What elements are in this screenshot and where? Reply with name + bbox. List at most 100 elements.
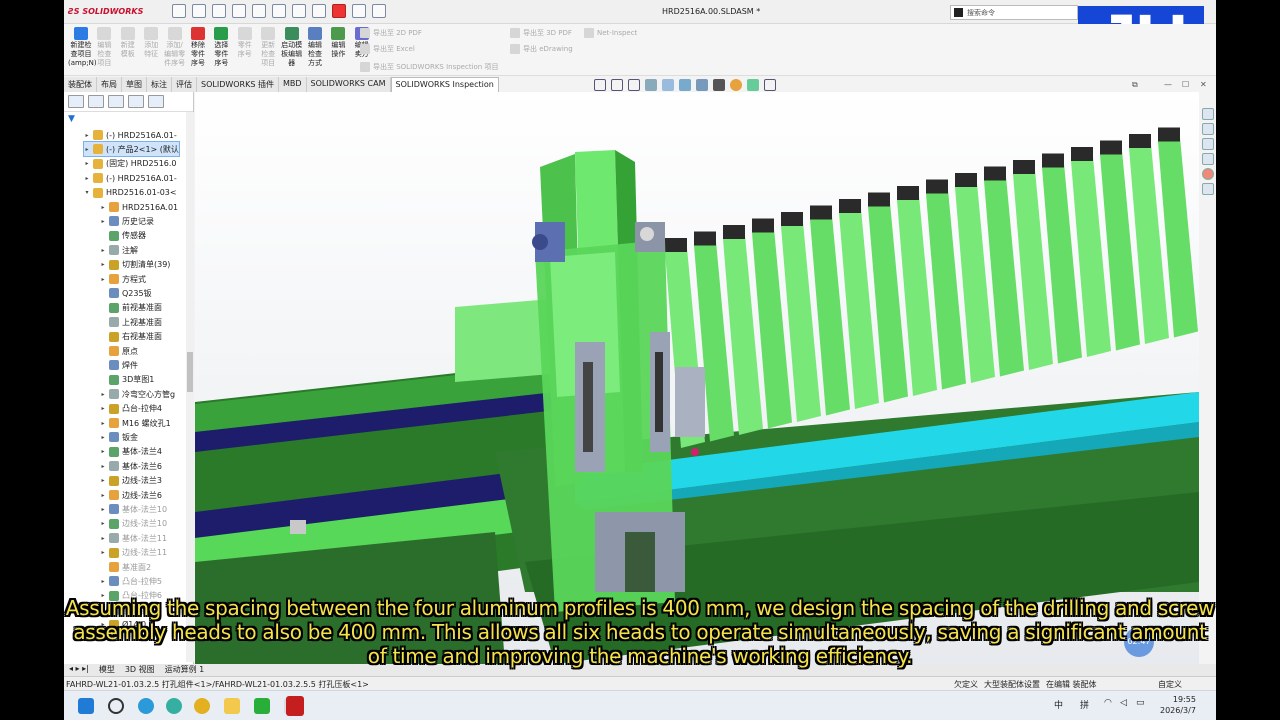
feature-tree-item[interactable]: 原点	[100, 344, 138, 358]
save-icon[interactable]	[232, 4, 246, 18]
cmd-button-3[interactable]: 添加 特征	[138, 27, 164, 59]
undo-icon[interactable]	[272, 4, 286, 18]
feature-tree-item[interactable]: ▸ (固定) HRD2516.0	[84, 157, 177, 171]
expand-arrow-icon[interactable]: ▸	[100, 520, 106, 527]
scene-icon[interactable]	[747, 79, 759, 91]
feature-tree-item[interactable]: ▸ 注解	[100, 243, 138, 257]
view-palette-icon[interactable]	[1201, 153, 1214, 165]
tab-5[interactable]: SOLIDWORKS 插件	[197, 77, 279, 92]
expand-arrow-icon[interactable]: ▸	[100, 276, 106, 283]
expand-arrow-icon[interactable]: ▸	[100, 405, 106, 412]
dynamic-annotation-icon[interactable]	[662, 79, 674, 91]
tab-1[interactable]: 布局	[97, 77, 122, 92]
tab-4[interactable]: 评估	[172, 77, 197, 92]
view-orientation-icon[interactable]	[679, 79, 691, 91]
feature-manager-tab-icon[interactable]	[68, 95, 84, 108]
cmd-button-6[interactable]: 选择 零件 序号	[208, 27, 234, 68]
feature-tree-item[interactable]: ▸ (-) HRD2516A.01-	[84, 171, 177, 185]
feature-tree-item[interactable]: ▸ 边线-法兰11	[100, 546, 167, 560]
tray-language-icon[interactable]: 中	[1054, 698, 1063, 711]
feature-tree-item[interactable]: ▸ 钣金	[100, 430, 138, 444]
tab-6[interactable]: MBD	[278, 77, 307, 92]
chrome-icon[interactable]	[194, 698, 210, 714]
expand-arrow-icon[interactable]: ▸	[100, 434, 106, 441]
feature-tree-item[interactable]: ▸ (-) HRD2516A.01-	[84, 128, 177, 142]
print-icon[interactable]	[252, 4, 266, 18]
graphics-viewport[interactable]	[195, 92, 1199, 664]
search-commands-input[interactable]: 搜索命令	[950, 5, 1078, 20]
design-library-icon[interactable]	[1201, 123, 1214, 135]
feature-tree-item[interactable]: 传感器	[100, 229, 146, 243]
previous-view-icon[interactable]	[628, 79, 640, 91]
window-close-icon[interactable]: ✕	[1200, 80, 1207, 89]
tray-ime-icon[interactable]: 拼	[1080, 698, 1089, 711]
edge-dev-icon[interactable]	[166, 698, 182, 714]
feature-tree-item[interactable]: 基准面2	[100, 560, 151, 574]
configuration-manager-tab-icon[interactable]	[108, 95, 124, 108]
edge-browser-icon[interactable]	[138, 698, 154, 714]
expand-arrow-icon[interactable]: ▸	[84, 132, 90, 139]
machine-3d-model[interactable]	[195, 92, 1199, 664]
open-file-icon[interactable]	[212, 4, 226, 18]
appearances-icon[interactable]	[1201, 168, 1214, 180]
export-item-0[interactable]: 导出至 2D PDF	[360, 28, 422, 38]
cmd-button-9[interactable]: 启动模 板编辑 器	[279, 27, 305, 68]
feature-tree-item[interactable]: 3D草图1	[100, 373, 154, 387]
property-manager-tab-icon[interactable]	[88, 95, 104, 108]
window-restore-icon[interactable]: ⧉	[1132, 80, 1138, 90]
feature-tree-item[interactable]: ▸ 方程式	[100, 272, 146, 286]
expand-arrow-icon[interactable]: ▸	[100, 535, 106, 542]
cmd-button-7[interactable]: 零件 序号	[232, 27, 258, 59]
options-gear-icon[interactable]	[372, 4, 386, 18]
volume-icon[interactable]: ◁	[1120, 698, 1127, 708]
zoom-to-fit-icon[interactable]	[594, 79, 606, 91]
expand-arrow-icon[interactable]: ▸	[100, 549, 106, 556]
feature-tree-item[interactable]: ▸ 切割清单(39)	[100, 258, 170, 272]
expand-arrow-icon[interactable]: ▸	[100, 578, 106, 585]
expand-arrow-icon[interactable]: ▸	[100, 448, 106, 455]
feature-tree-item[interactable]: ▸ 基体-法兰10	[100, 502, 167, 516]
filter-icon[interactable]: ▼	[64, 112, 193, 128]
feature-tree-item[interactable]: ▸ M16 螺纹孔1	[100, 416, 171, 430]
cmd-button-5[interactable]: 移除 零件 序号	[185, 27, 211, 68]
expand-arrow-icon[interactable]: ▸	[100, 506, 106, 513]
feature-tree-item[interactable]: ▸ 基体-法兰4	[100, 445, 162, 459]
display-style-icon[interactable]	[696, 79, 708, 91]
window-maximize-icon[interactable]: ☐	[1182, 80, 1189, 89]
expand-arrow-icon[interactable]: ▸	[100, 218, 106, 225]
taskbar-clock[interactable]: 19:55 2026/3/7	[1160, 694, 1196, 716]
solidworks-logo[interactable]: ƧS SOLIDWORKS	[68, 7, 143, 16]
edit-appearance-icon[interactable]	[730, 79, 742, 91]
file-explorer-icon[interactable]	[1201, 138, 1214, 150]
view-settings-icon[interactable]	[764, 79, 776, 91]
status-large-assembly[interactable]: 大型装配体设置	[984, 679, 1040, 690]
export-item-1[interactable]: 导出至 Excel	[360, 44, 415, 54]
dimxpert-tab-icon[interactable]	[128, 95, 144, 108]
home-icon[interactable]	[1201, 108, 1214, 120]
expand-arrow-icon[interactable]: ▸	[100, 391, 106, 398]
feature-tree-item[interactable]: ▸ 边线-法兰3	[100, 474, 162, 488]
select-icon[interactable]	[312, 4, 326, 18]
solidworks-taskbar-icon[interactable]	[286, 696, 304, 716]
hide-show-icon[interactable]	[713, 79, 725, 91]
feature-tree-item[interactable]: ▸ 边线-法兰10	[100, 517, 167, 531]
feature-tree-item[interactable]: 右视基准面	[100, 330, 162, 344]
feature-tree-item[interactable]: ▸ 冷弯空心方管g	[100, 387, 175, 401]
export-item-2[interactable]: 导出至 SOLIDWORKS Inspection 项目	[360, 62, 498, 72]
wifi-icon[interactable]: ◠	[1104, 698, 1112, 708]
export-item-5[interactable]: Net-Inspect	[584, 28, 637, 38]
cmd-button-8[interactable]: 更新 检查 项目	[255, 27, 281, 68]
expand-arrow-icon[interactable]: ▸	[84, 175, 90, 182]
tab-2[interactable]: 草图	[122, 77, 147, 92]
feature-tree-item[interactable]: 前视基准面	[100, 301, 162, 315]
status-custom-units[interactable]: 自定义	[1158, 679, 1182, 690]
zoom-area-icon[interactable]	[611, 79, 623, 91]
expand-arrow-icon[interactable]: ▸	[100, 492, 106, 499]
export-item-4[interactable]: 导出 eDrawing	[510, 44, 573, 54]
expand-arrow-icon[interactable]: ▸	[100, 420, 106, 427]
feature-tree-item[interactable]: ▸ 历史记录	[100, 214, 154, 228]
feature-tree-item[interactable]: ▸ 基体-法兰11	[100, 531, 167, 545]
expand-arrow-icon[interactable]: ▸	[100, 204, 106, 211]
feature-tree-item[interactable]: ▸ 凸台-拉伸5	[100, 574, 162, 588]
feature-tree-item[interactable]: Q235钣	[100, 286, 152, 300]
